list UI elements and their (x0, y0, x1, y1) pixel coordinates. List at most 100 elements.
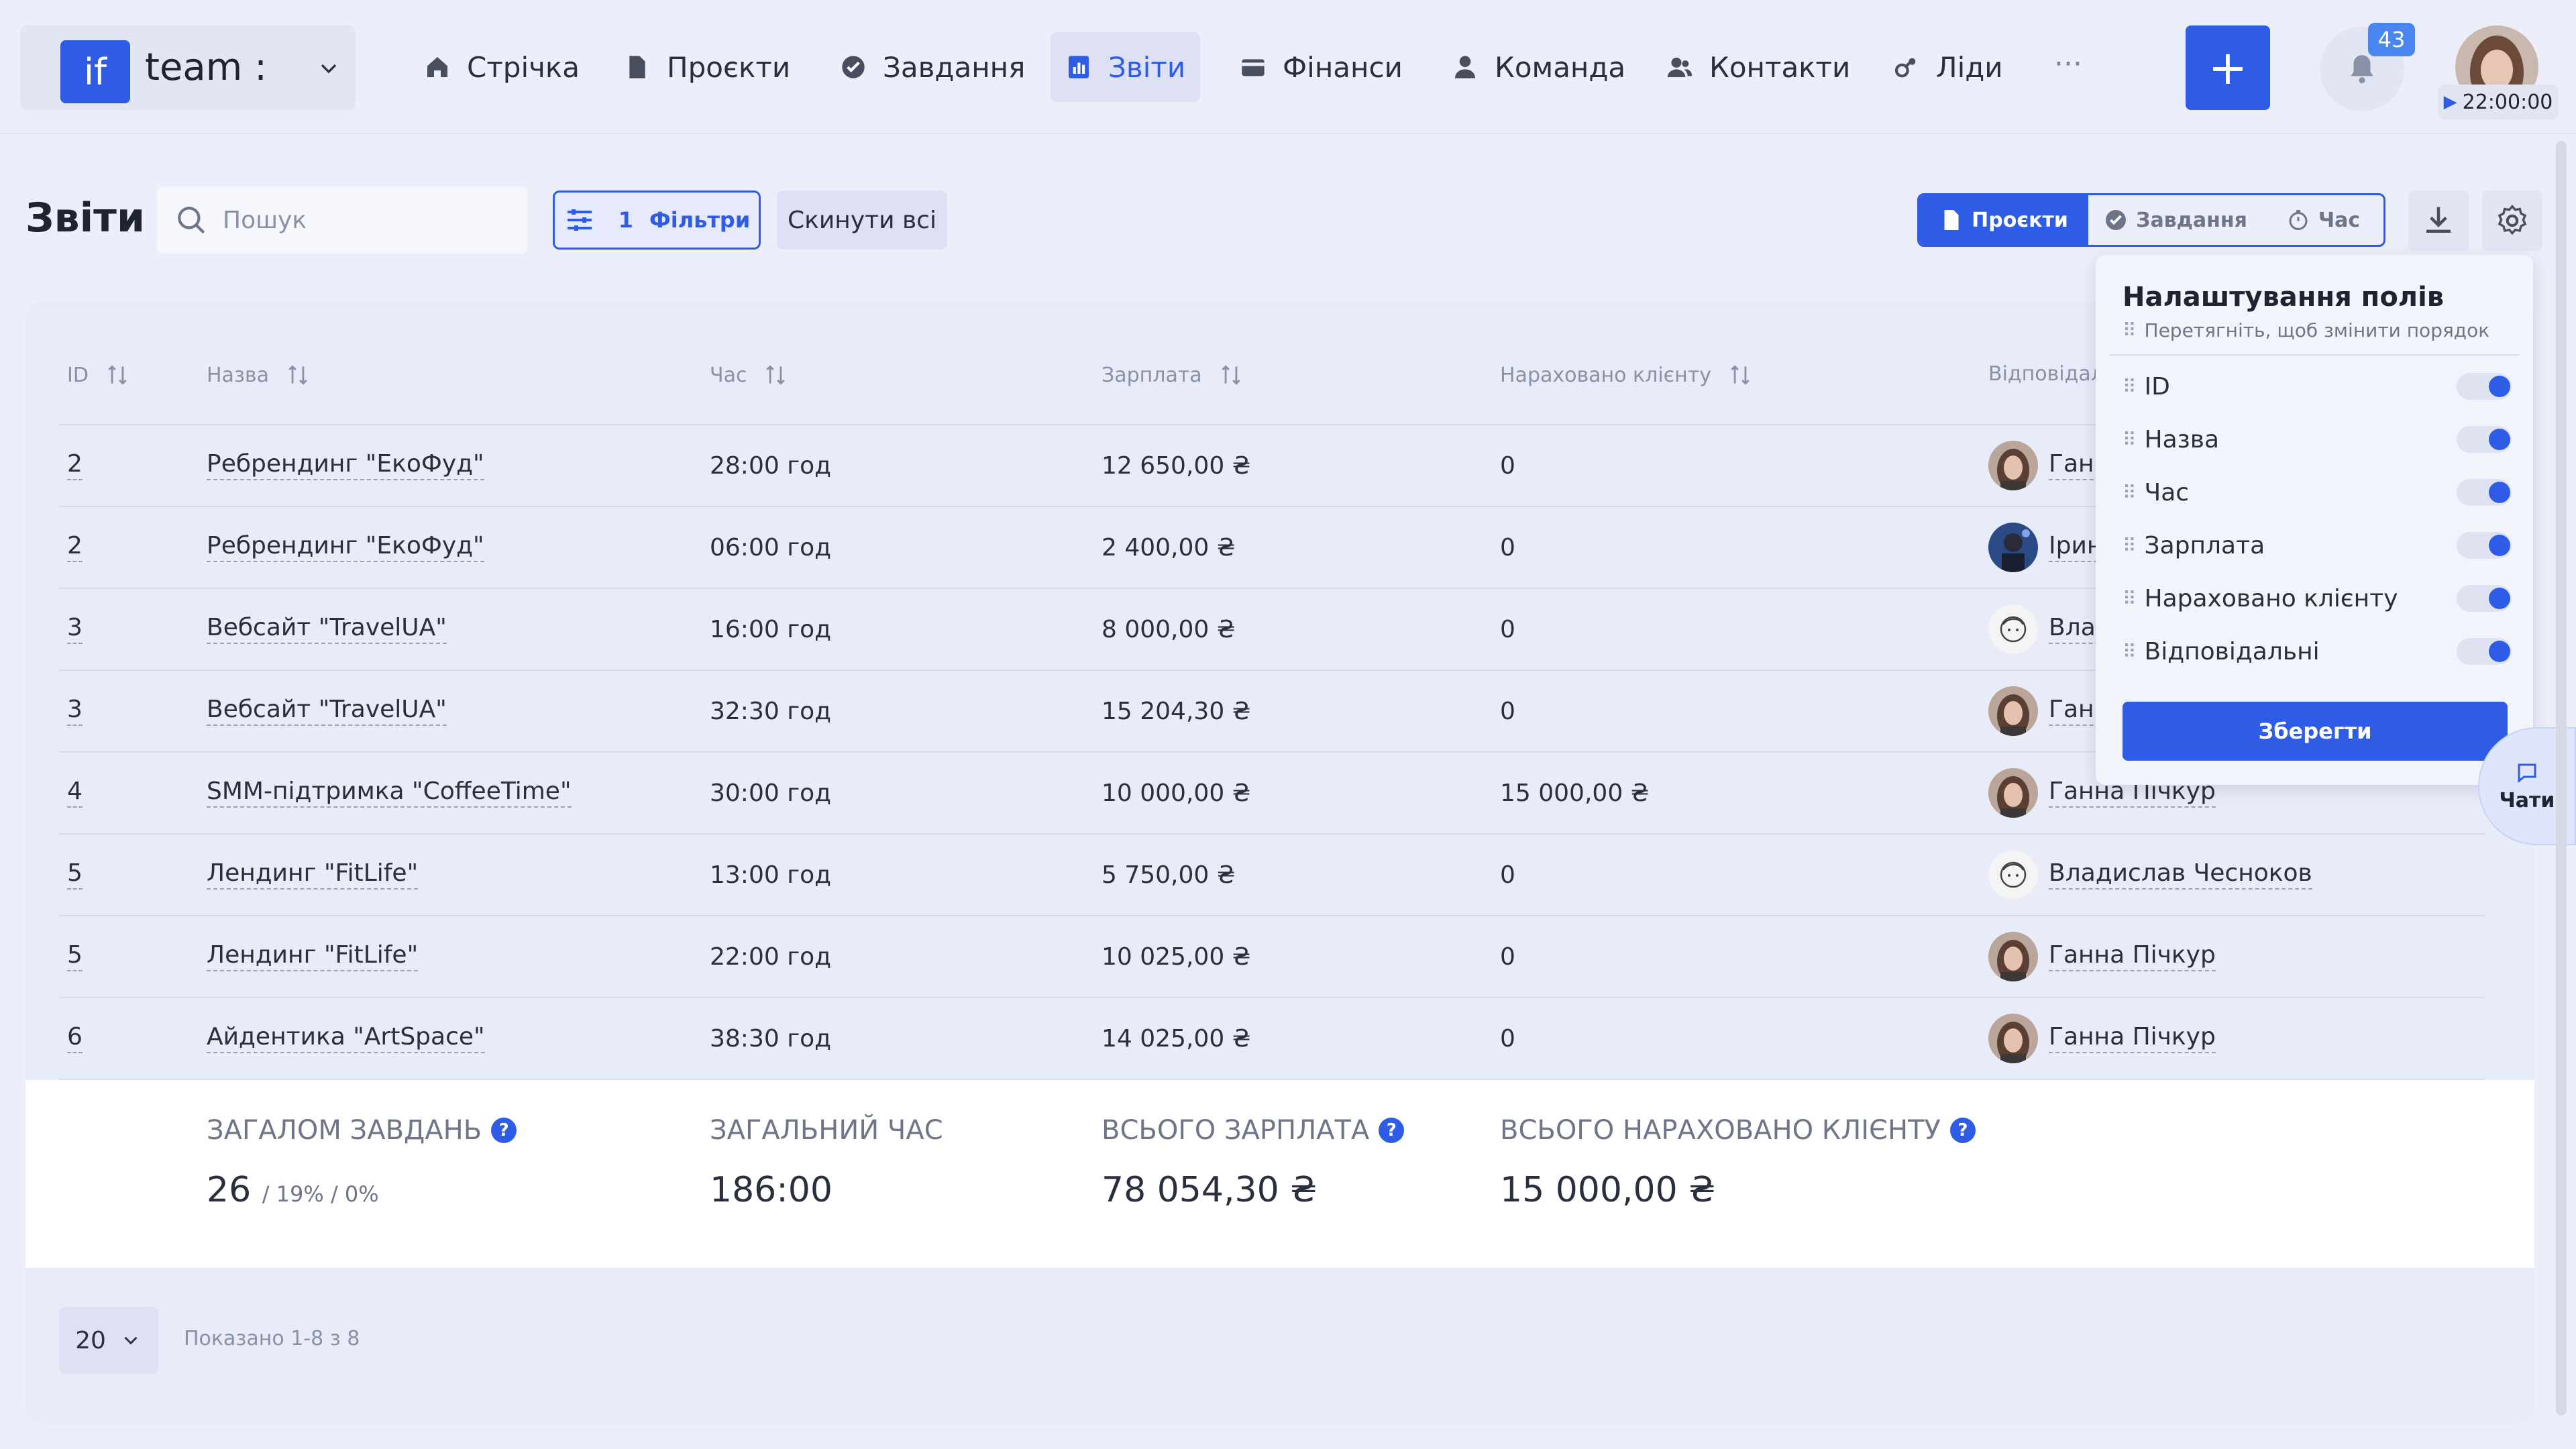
column-header-id[interactable]: ID (67, 362, 130, 388)
row-id[interactable]: 4 (67, 778, 83, 808)
search-input[interactable] (223, 206, 504, 234)
row-id[interactable]: 3 (67, 614, 83, 644)
row-responsible-link[interactable]: Ганна Пічкур (2049, 942, 2216, 971)
time-tracker[interactable]: ▶ 22:00:00 (2438, 85, 2559, 119)
drag-handle-icon[interactable]: ⠿ (2123, 535, 2136, 557)
column-header-billed[interactable]: Нараховано клієнту (1500, 362, 1753, 388)
field-name: ID (2144, 372, 2170, 400)
table-row[interactable]: 5 Лендинг "FitLife" 22:00 год 10 025,00 ₴ 0 Г… (59, 916, 2485, 998)
field-toggle[interactable] (2457, 638, 2512, 665)
chevron-down-icon (321, 64, 337, 74)
avatar (1988, 768, 2038, 818)
save-button[interactable]: Зберегти (2123, 702, 2508, 761)
row-id[interactable]: 3 (67, 696, 83, 726)
settings-button[interactable] (2482, 191, 2542, 251)
row-salary: 15 204,30 ₴ (1102, 697, 1251, 725)
column-header-responsible[interactable]: Відповідальні (1988, 362, 2096, 386)
tab-projects[interactable]: Проєкти (1919, 195, 2088, 245)
column-header-salary[interactable]: Зарплата (1102, 362, 1244, 388)
download-button[interactable] (2408, 191, 2469, 251)
stopwatch-icon (2289, 210, 2308, 230)
row-id[interactable]: 5 (67, 860, 83, 890)
nav-item-projects[interactable]: Проєкти (609, 32, 805, 102)
value-percent: / 19% / 0% (262, 1181, 379, 1207)
drag-handle-icon[interactable]: ⠿ (2123, 376, 2136, 398)
per-page-value: 20 (75, 1326, 106, 1354)
nav-item-reports[interactable]: Звіти (1051, 32, 1201, 102)
tab-tasks[interactable]: Завдання (2088, 195, 2263, 245)
avatar (1988, 604, 2038, 654)
more-menu-button[interactable]: ··· (2045, 47, 2092, 87)
nav-item-leads[interactable]: Ліди (1878, 32, 2018, 102)
avatar (1988, 686, 2038, 736)
page-scrollbar[interactable] (2556, 141, 2567, 1415)
drag-handle-icon[interactable]: ⠿ (2123, 482, 2136, 504)
nav-item-team[interactable]: Команда (1437, 32, 1640, 102)
table-row[interactable]: 6 Айдентика "ArtSpace" 38:30 год 14 025,00 … (59, 998, 2485, 1080)
nav-item-finance[interactable]: Фінанси (1225, 32, 1417, 102)
row-responsible-link[interactable]: Владислав Чесноков (2049, 860, 2312, 890)
row-id[interactable]: 2 (67, 451, 83, 480)
row-project-link[interactable]: Ребрендинг "ЕкоФуд" (207, 451, 484, 480)
label-text: ЗАГАЛЬНИЙ ЧАС (710, 1115, 943, 1146)
field-setting-row[interactable]: ⠿ Час (2123, 472, 2512, 513)
total-salary-label: ВСЬОГО ЗАРПЛАТА ? (1102, 1115, 1405, 1146)
field-setting-row[interactable]: ⠿ Нараховано клієнту (2123, 578, 2512, 619)
row-project-link[interactable]: Вебсайт "TravelUA" (207, 696, 447, 726)
app-logo: if (60, 40, 130, 103)
field-toggle[interactable] (2457, 585, 2512, 612)
nav-label: Стрічка (467, 50, 580, 84)
avatar (1988, 523, 2038, 572)
contacts-icon (1667, 57, 1693, 77)
check-circle-icon (842, 56, 865, 78)
tab-label: Завдання (2136, 208, 2247, 232)
row-id[interactable]: 5 (67, 942, 83, 971)
drag-handle-icon[interactable]: ⠿ (2123, 641, 2136, 663)
nav-item-tasks[interactable]: Завдання (825, 32, 1040, 102)
row-project-link[interactable]: Лендинг "FitLife" (207, 860, 419, 890)
drag-handle-icon[interactable]: ⠿ (2123, 588, 2136, 610)
team-switcher[interactable]: if team : (20, 25, 356, 110)
row-project-link[interactable]: Айдентика "ArtSpace" (207, 1024, 485, 1053)
per-page-select[interactable]: 20 (59, 1307, 158, 1374)
nav-item-feed[interactable]: Стрічка (409, 32, 594, 102)
sort-icon (766, 365, 786, 385)
panel-subtitle: ⠿ Перетягніть, щоб змінити порядок (2123, 319, 2489, 341)
field-setting-row[interactable]: ⠿ Зарплата (2123, 525, 2512, 566)
help-icon[interactable]: ? (491, 1118, 517, 1143)
field-setting-row[interactable]: ⠿ ID (2123, 366, 2512, 407)
row-project-link[interactable]: SMM-підтримка "CoffeeTime" (207, 778, 572, 808)
row-responsible-link[interactable]: Ганна Пічкур (2049, 1024, 2216, 1053)
sort-icon (108, 365, 127, 385)
reset-filters-button[interactable]: Скинути всі (777, 191, 947, 250)
filters-button[interactable]: 1 Фільтри (553, 191, 761, 250)
field-toggle[interactable] (2457, 479, 2512, 506)
search-box[interactable] (157, 186, 527, 254)
field-setting-row[interactable]: ⠿ Назва (2123, 419, 2512, 460)
row-salary: 12 650,00 ₴ (1102, 451, 1251, 480)
add-button[interactable]: + (2186, 25, 2270, 110)
row-project-link[interactable]: Ребрендинг "ЕкоФуд" (207, 533, 484, 562)
field-toggle[interactable] (2457, 532, 2512, 559)
help-icon[interactable]: ? (1379, 1118, 1405, 1143)
play-icon: ▶ (2443, 92, 2457, 112)
row-project-link[interactable]: Вебсайт "TravelUA" (207, 614, 447, 644)
table-row[interactable]: 5 Лендинг "FitLife" 13:00 год 5 750,00 ₴ 0 Вл… (59, 835, 2485, 916)
tab-time[interactable]: Час (2263, 195, 2383, 245)
row-id[interactable]: 2 (67, 533, 83, 562)
drag-handle-icon[interactable]: ⠿ (2123, 429, 2136, 451)
nav-label: Звіти (1108, 50, 1186, 84)
nav-label: Проєкти (667, 50, 791, 84)
total-tasks-value: 26 / 19% / 0% (207, 1170, 379, 1210)
field-setting-row[interactable]: ⠿ Відповідальні (2123, 631, 2512, 672)
field-toggle[interactable] (2457, 426, 2512, 453)
column-header-time[interactable]: Час (710, 362, 788, 388)
row-project-link[interactable]: Лендинг "FitLife" (207, 942, 419, 971)
nav-item-contacts[interactable]: Контакти (1652, 32, 1865, 102)
field-toggle[interactable] (2457, 373, 2512, 400)
help-icon[interactable]: ? (1949, 1118, 1976, 1143)
column-header-label: Відповідальні (1988, 362, 2096, 386)
column-header-name[interactable]: Назва (207, 362, 311, 388)
leads-icon (1894, 58, 1916, 78)
row-id[interactable]: 6 (67, 1024, 83, 1053)
